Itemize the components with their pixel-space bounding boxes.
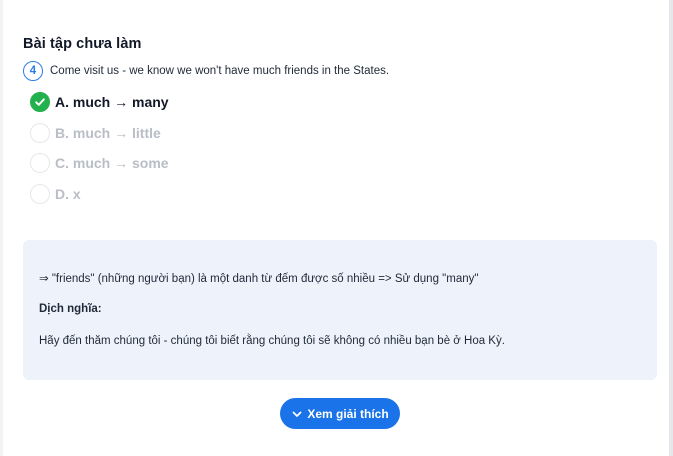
option-b[interactable]: B. much → little — [30, 122, 169, 144]
question-row: 4 Come visit us - we know we won't have … — [23, 61, 389, 81]
question-text: Come visit us - we know we won't have mu… — [50, 65, 390, 77]
radio-icon — [30, 153, 50, 173]
option-a[interactable]: A. much → many — [30, 91, 169, 113]
question-number-badge: 4 — [23, 61, 43, 81]
view-explanation-button[interactable]: Xem giải thích — [280, 398, 400, 429]
chevron-down-icon — [292, 411, 302, 417]
radio-icon — [30, 183, 50, 204]
option-c[interactable]: C. much → some — [30, 152, 169, 174]
explanation-panel: ⇒ "friends" (những người bạn) là một dan… — [23, 240, 657, 380]
option-c-label: C. much → some — [55, 155, 169, 171]
view-explanation-label: Xem giải thích — [307, 406, 389, 421]
answer-options: A. much → many B. much → little C. much … — [30, 91, 169, 213]
option-d[interactable]: D. x — [30, 183, 169, 205]
translation-text: Hãy đến thăm chúng tôi - chúng tôi biết … — [39, 335, 505, 347]
explanation-text: ⇒ "friends" (những người bạn) là một dan… — [39, 273, 479, 285]
check-circle-icon — [30, 92, 50, 112]
left-border — [0, 0, 3, 456]
option-b-label: B. much → little — [55, 124, 161, 141]
section-title: Bài tập chưa làm — [23, 36, 142, 52]
option-d-label: D. x — [55, 185, 81, 202]
right-border — [669, 0, 673, 456]
exercise-card: Bài tập chưa làm 4 Come visit us - we kn… — [8, 0, 666, 456]
translation-heading: Dịch nghĩa: — [39, 303, 102, 315]
radio-icon — [30, 122, 50, 143]
option-a-label: A. much → many — [55, 94, 169, 110]
